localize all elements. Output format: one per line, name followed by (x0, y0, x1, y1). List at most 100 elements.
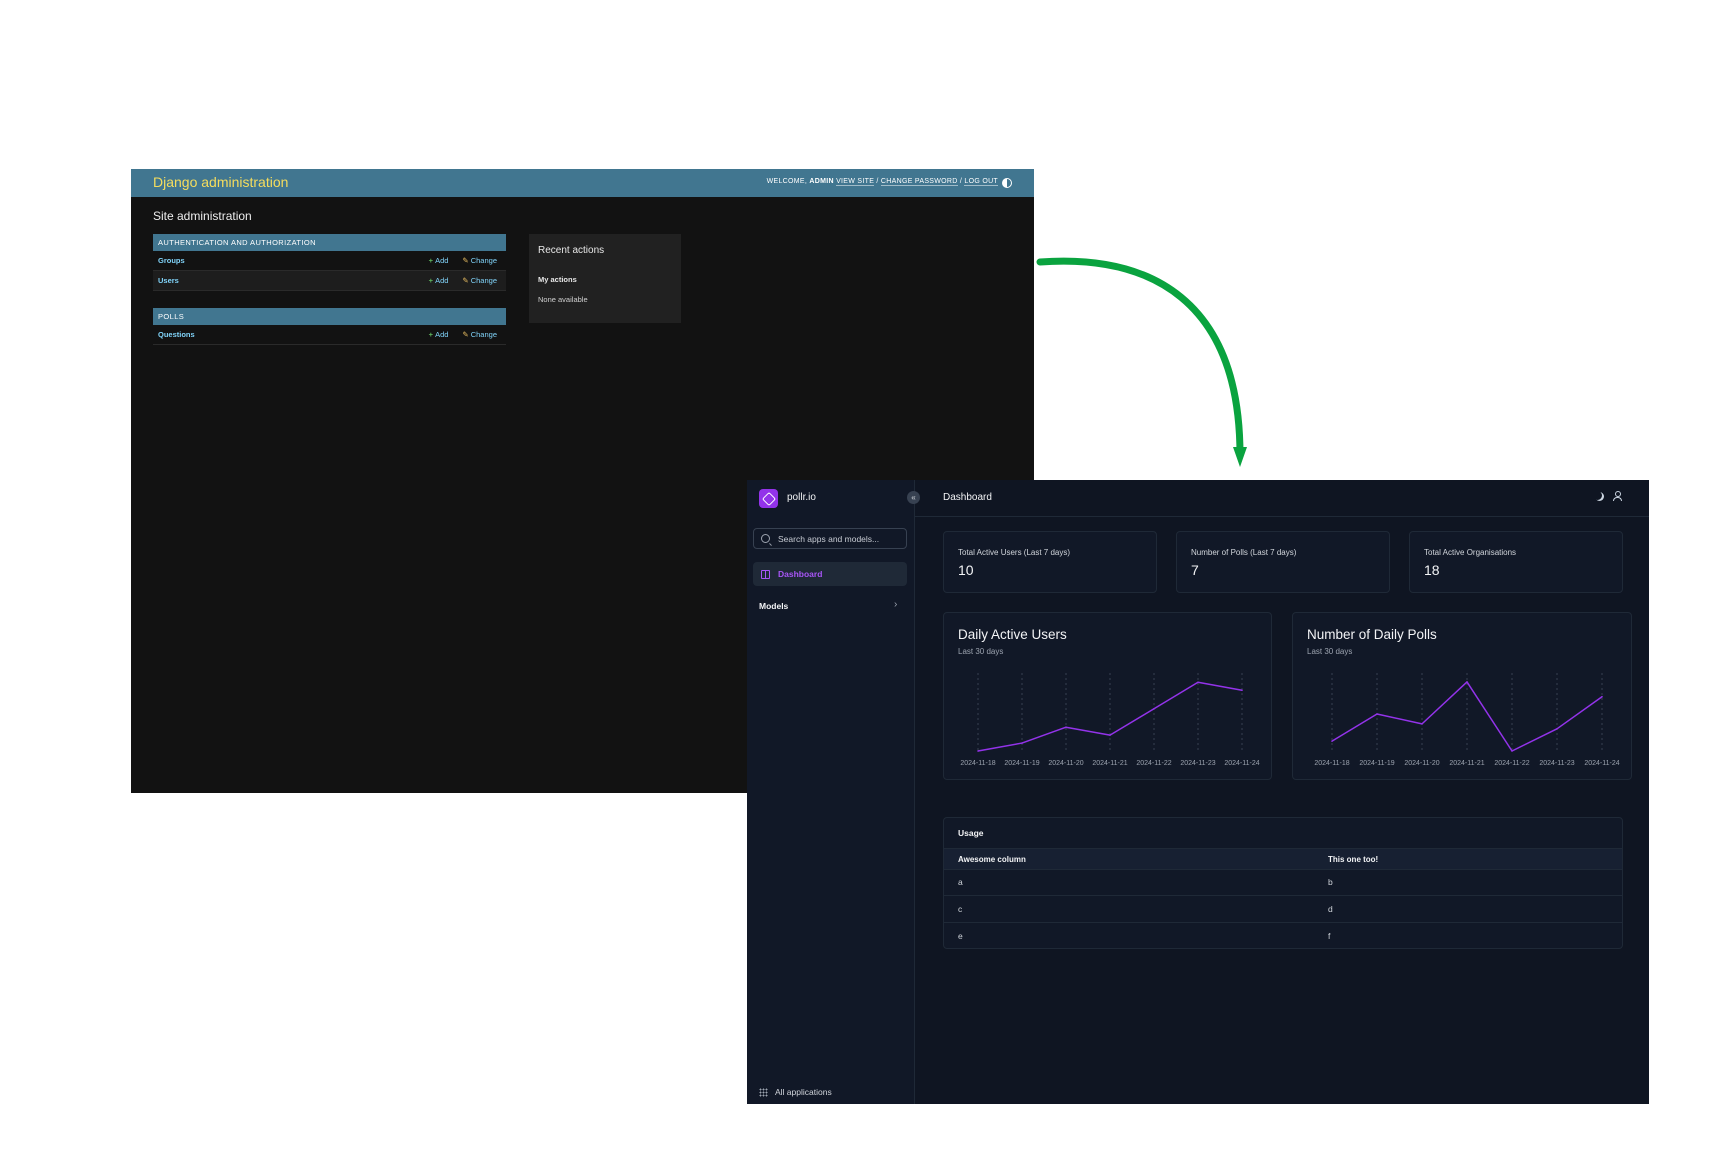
model-link[interactable]: Questions (153, 330, 429, 339)
model-row-groups: Groups + Add ✎ Change (153, 251, 506, 271)
table-cell: c (958, 904, 963, 914)
column-header[interactable]: Awesome column (958, 855, 1026, 864)
data-point (1601, 695, 1603, 698)
kpi-value: 10 (958, 562, 974, 578)
add-link[interactable]: + Add (429, 330, 449, 339)
sidebar: pollr.io Dashboard Models › All applicat… (747, 480, 915, 1104)
dashboard-icon (761, 569, 770, 579)
username: ADMIN (809, 178, 834, 185)
table-cell: a (958, 877, 963, 887)
data-point (1466, 681, 1468, 683)
page-title: Dashboard (943, 492, 992, 503)
data-point (1153, 707, 1155, 710)
x-tick-label: 2024-11-24 (1224, 760, 1259, 767)
add-link[interactable]: + Add (429, 256, 449, 265)
grid-icon (759, 1088, 768, 1097)
recent-actions-title: Recent actions (538, 245, 605, 256)
change-link[interactable]: ✎ Change (462, 330, 497, 339)
data-point (1421, 723, 1423, 725)
model-link[interactable]: Groups (153, 256, 429, 265)
usage-table-card: Usage Awesome column This one too! a b c… (943, 817, 1623, 949)
line-chart: 2024-11-18 2024-11-19 2024-11-20 2024-11-21… (1314, 673, 1620, 767)
pencil-icon: ✎ (462, 330, 469, 339)
change-link[interactable]: ✎ Change (462, 256, 497, 265)
column-header[interactable]: This one too! (1328, 855, 1378, 864)
series-line (1331, 681, 1603, 752)
collapse-sidebar-icon[interactable]: « (907, 491, 920, 504)
moon-icon[interactable] (1595, 492, 1604, 501)
change-label: Change (470, 330, 497, 339)
sidebar-search (753, 528, 907, 549)
all-applications-link[interactable]: All applications (775, 1087, 832, 1097)
separator: / (959, 178, 963, 185)
change-link[interactable]: ✎ Change (462, 276, 497, 285)
kpi-card: Total Active Organisations 18 (1409, 531, 1623, 593)
line-chart: 2024-11-18 2024-11-19 2024-11-20 2024-11-21… (960, 673, 1260, 767)
sidebar-item-dashboard[interactable]: Dashboard (753, 562, 907, 586)
plus-icon: + (428, 256, 434, 265)
kpi-label: Total Active Users (Last 7 days) (958, 548, 1071, 557)
add-label: Add (435, 330, 449, 339)
page-title: Site administration (153, 209, 252, 223)
x-tick-label: 2024-11-22 (1136, 760, 1171, 767)
x-tick-label: 2024-11-20 (1048, 760, 1083, 767)
kpi-card: Total Active Users (Last 7 days) 10 (943, 531, 1157, 593)
chart-card-daily-active-users: Daily Active Users Last 30 days 2024-11-… (943, 612, 1272, 780)
change-label: Change (470, 256, 497, 265)
change-password-link[interactable]: CHANGE PASSWORD (880, 178, 958, 186)
series-line (977, 681, 1243, 752)
arrow-head-icon (1233, 447, 1247, 467)
kpi-label: Number of Polls (Last 7 days) (1191, 548, 1297, 557)
django-header: Django administration WELCOME, ADMIN VIE… (131, 169, 1034, 197)
table-cell: d (1328, 904, 1333, 914)
x-tick-label: 2024-11-18 (960, 760, 995, 767)
topbar (914, 480, 1649, 517)
sidebar-item-models[interactable]: Models (759, 601, 788, 611)
theme-toggle-icon[interactable] (1002, 178, 1012, 188)
data-point (1241, 689, 1243, 692)
chart-card-daily-polls: Number of Daily Polls Last 30 days 2024-… (1292, 612, 1632, 780)
search-input[interactable] (776, 532, 900, 545)
model-row-users: Users + Add ✎ Change (153, 271, 506, 291)
django-branding[interactable]: Django administration (153, 174, 288, 190)
table-cell: b (1328, 877, 1333, 887)
separator: / (876, 178, 879, 185)
x-tick-label: 2024-11-19 (1004, 760, 1039, 767)
unfold-dashboard-window: pollr.io Dashboard Models › All applicat… (747, 480, 1649, 1104)
module-polls: Polls Questions + Add ✎ Change (153, 308, 506, 345)
data-point (1065, 726, 1067, 729)
data-point (1376, 713, 1378, 715)
kpi-value: 18 (1424, 562, 1440, 578)
pencil-icon: ✎ (462, 276, 469, 285)
search-icon (761, 534, 770, 543)
add-link[interactable]: + Add (429, 276, 449, 285)
table-row: e f (944, 923, 1622, 949)
model-link[interactable]: Users (153, 276, 429, 285)
kpi-label: Total Active Organisations (1424, 548, 1517, 557)
x-tick-label: 2024-11-21 (1449, 760, 1484, 767)
module-caption[interactable]: Authentication and Authorization (153, 234, 506, 251)
site-logo-icon[interactable] (759, 489, 778, 508)
table-row: a b (944, 869, 1622, 896)
plus-icon: + (428, 330, 434, 339)
module-caption[interactable]: Polls (153, 308, 506, 325)
data-point (1109, 734, 1111, 736)
table-header: Awesome column This one too! (944, 848, 1622, 870)
module-auth: Authentication and Authorization Groups … (153, 234, 506, 291)
x-tick-label: 2024-11-24 (1584, 760, 1619, 767)
view-site-link[interactable]: VIEW SITE (836, 178, 875, 186)
x-tick-label: 2024-11-23 (1180, 760, 1215, 767)
logout-link[interactable]: LOG OUT (964, 178, 998, 186)
kpi-card: Number of Polls (Last 7 days) 7 (1176, 531, 1390, 593)
data-point (1021, 742, 1023, 744)
x-tick-label: 2024-11-23 (1539, 760, 1574, 767)
recent-actions-panel: Recent actions My actions None available (529, 234, 681, 323)
x-tick-label: 2024-11-20 (1404, 760, 1439, 767)
site-name[interactable]: pollr.io (787, 492, 816, 503)
data-point (1197, 681, 1199, 684)
chevron-right-icon[interactable]: › (894, 599, 897, 610)
x-tick-label: 2024-11-18 (1314, 760, 1349, 767)
welcome-text: WELCOME, (766, 178, 808, 185)
user-icon[interactable] (1612, 491, 1622, 502)
sidebar-item-label: Dashboard (778, 569, 823, 579)
